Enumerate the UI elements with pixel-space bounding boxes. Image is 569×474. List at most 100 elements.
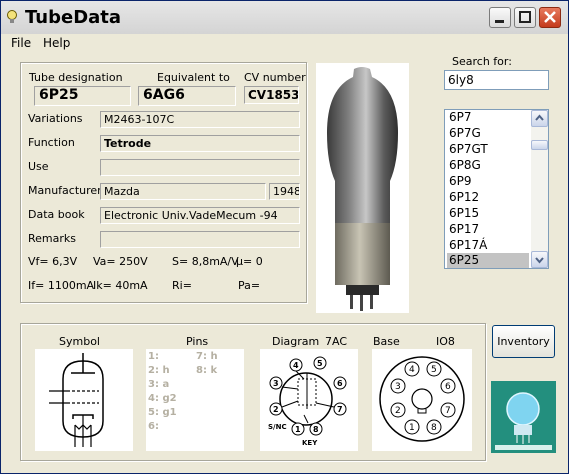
param-pa: Pa= <box>238 279 261 292</box>
svg-text:7: 7 <box>337 405 343 414</box>
data-book-field[interactable]: Electronic Univ.VadeMecum -94 <box>100 207 300 224</box>
scroll-thumb[interactable] <box>531 140 548 150</box>
label-remarks: Remarks <box>28 232 76 245</box>
scroll-up-button[interactable] <box>531 110 548 127</box>
list-item[interactable]: 6P8G <box>447 158 529 174</box>
search-label: Search for: <box>452 55 512 68</box>
pin-entry: 1: <box>148 351 159 362</box>
tetrode-symbol-icon <box>49 353 104 447</box>
minimize-icon <box>495 20 504 23</box>
label-data-book: Data book <box>28 208 85 221</box>
app-window: TubeData File Help Tube designation Equi… <box>0 0 569 474</box>
list-scrollbar[interactable] <box>531 110 548 268</box>
param-ri: Ri= <box>172 279 192 292</box>
param-vf: Vf= 6,3V <box>28 255 78 268</box>
octal-base-icon: 4 5 3 6 2 7 1 8 <box>379 356 465 442</box>
pin-diagram-icon: 4 5 6 7 3 2 1 8 S/NC KEY <box>268 356 347 447</box>
vacuum-tube-image <box>327 67 398 311</box>
svg-text:2: 2 <box>395 406 401 416</box>
app-logo <box>491 381 556 453</box>
param-if: If= 1100mA <box>28 279 95 292</box>
svg-text:4: 4 <box>293 361 299 370</box>
chevron-up-icon <box>535 114 544 121</box>
svg-text:6: 6 <box>445 382 451 392</box>
maximize-icon <box>519 11 531 23</box>
pin-entry: 6: <box>148 421 159 432</box>
svg-text:8: 8 <box>313 425 319 434</box>
symbol-label: Symbol <box>59 335 100 348</box>
svg-text:2: 2 <box>273 405 279 414</box>
label-variations: Variations <box>28 112 83 125</box>
cv-number-field[interactable]: CV1853 <box>244 86 299 104</box>
use-field[interactable] <box>100 159 300 176</box>
list-item-selected[interactable]: 6P25 <box>447 253 529 268</box>
list-item[interactable]: 6P15 <box>447 206 529 222</box>
svg-text:5: 5 <box>431 365 437 375</box>
chevron-down-icon <box>535 257 544 264</box>
tube-list[interactable]: 6P7 6P7G 6P7GT 6P8G 6P9 6P12 6P15 6P17 6… <box>444 109 549 269</box>
search-input[interactable]: 6ly8 <box>444 70 549 90</box>
equivalent-field[interactable]: 6AG6 <box>138 86 236 106</box>
pin-entry: 3: a <box>148 379 170 390</box>
diagram-key-note: KEY <box>302 439 318 447</box>
label-function: Function <box>28 136 75 149</box>
tube-designation-field[interactable]: 6P25 <box>34 86 131 106</box>
svg-text:8: 8 <box>431 423 437 433</box>
param-va: Va= 250V <box>93 255 148 268</box>
pin-list: 1: 2: h 3: a 4: g2 5: g1 6: 7: h 8: k <box>146 349 244 451</box>
close-button[interactable] <box>539 7 561 28</box>
list-item[interactable]: 6P9 <box>447 174 529 190</box>
tube-symbol <box>35 349 133 451</box>
label-use: Use <box>28 160 49 173</box>
list-item[interactable]: 6P12 <box>447 190 529 206</box>
diagram-code: 7AC <box>325 335 348 348</box>
svg-text:4: 4 <box>409 365 415 375</box>
lightbulb-icon <box>7 10 17 23</box>
menu-help[interactable]: Help <box>43 36 70 50</box>
pins-label: Pins <box>186 335 209 348</box>
param-mu: µ= 0 <box>236 255 263 268</box>
svg-text:3: 3 <box>395 382 401 392</box>
diagram-label: Diagram <box>272 335 320 348</box>
list-item[interactable]: 6P7GT <box>447 142 529 158</box>
label-manufacturer: Manufacturer <box>28 184 102 197</box>
pin-entry: 8: k <box>196 365 218 376</box>
close-icon <box>544 11 556 23</box>
connection-diagram: 4 5 6 7 3 2 1 8 S/NC KEY <box>260 349 358 451</box>
menu-bar: File Help <box>1 34 568 52</box>
svg-text:3: 3 <box>273 379 279 388</box>
pin-entry: 4: g2 <box>148 393 177 404</box>
tube-photo <box>316 63 409 313</box>
variations-field[interactable]: M2463-107C <box>100 111 300 128</box>
window-title: TubeData <box>25 7 122 28</box>
remarks-field[interactable] <box>100 231 300 248</box>
diagram-snc-note: S/NC <box>268 423 287 431</box>
maximize-button[interactable] <box>514 7 536 28</box>
list-item[interactable]: 6P7G <box>447 126 529 142</box>
inventory-button[interactable]: Inventory <box>492 325 555 358</box>
scroll-down-button[interactable] <box>531 251 548 268</box>
param-ik: Ik= 40mA <box>93 279 148 292</box>
param-s: S= 8,8mA/V <box>172 255 239 268</box>
svg-text:1: 1 <box>295 425 301 434</box>
label-tube-designation: Tube designation <box>29 71 123 84</box>
list-item[interactable]: 6P7 <box>447 110 529 126</box>
tube-logo-icon <box>491 381 556 453</box>
label-cv-number: CV number <box>244 71 306 84</box>
title-bar[interactable]: TubeData <box>1 1 568 34</box>
year-field[interactable]: 1948 <box>269 183 300 200</box>
base-code: IO8 <box>436 335 455 348</box>
minimize-button[interactable] <box>489 7 511 28</box>
list-item[interactable]: 6P17 <box>447 222 529 238</box>
menu-file[interactable]: File <box>11 36 31 50</box>
label-equivalent-to: Equivalent to <box>157 71 230 84</box>
svg-text:7: 7 <box>445 406 451 416</box>
manufacturer-field[interactable]: Mazda <box>100 183 266 200</box>
svg-text:5: 5 <box>317 359 323 368</box>
base-label: Base <box>373 335 400 348</box>
function-field[interactable]: Tetrode <box>100 135 300 152</box>
svg-text:6: 6 <box>337 379 343 388</box>
pin-entry: 5: g1 <box>148 407 177 418</box>
list-item[interactable]: 6P17Á <box>447 238 529 254</box>
base-drawing: 4 5 3 6 2 7 1 8 <box>372 349 472 451</box>
